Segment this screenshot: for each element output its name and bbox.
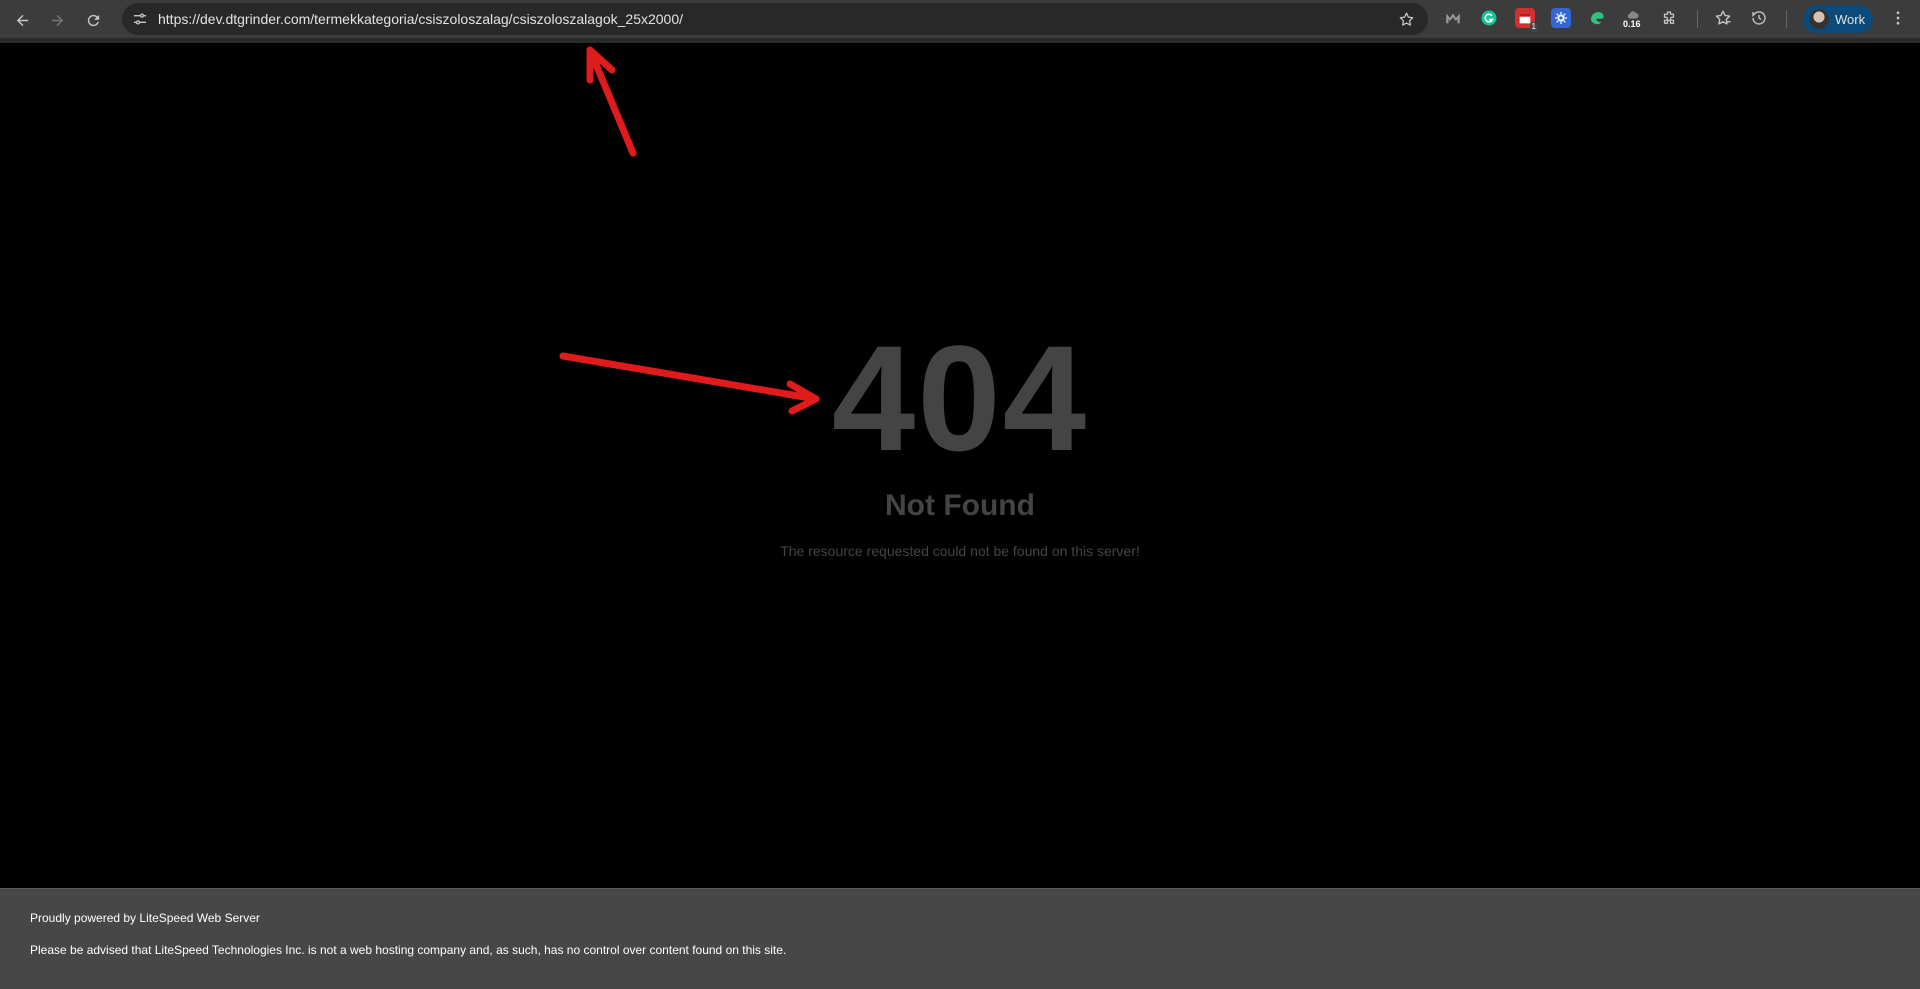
- browser-toolbar: https://dev.dtgrinder.com/termekkategori…: [0, 0, 1920, 43]
- edge-extension-icon[interactable]: [1587, 8, 1607, 28]
- arrow-right-icon: [51, 14, 63, 26]
- extensions-puzzle-icon[interactable]: [1659, 8, 1679, 28]
- url-text[interactable]: https://dev.dtgrinder.com/termekkategori…: [158, 11, 683, 27]
- profile-button[interactable]: Work: [1803, 5, 1873, 33]
- site-info-icon[interactable]: [130, 9, 150, 29]
- reload-button[interactable]: [80, 7, 106, 33]
- disclaimer-text: Please be advised that LiteSpeed Technol…: [30, 943, 787, 957]
- profile-label: Work: [1835, 11, 1866, 27]
- grammarly-icon[interactable]: [1479, 8, 1499, 28]
- history-icon[interactable]: [1749, 8, 1769, 28]
- toolbar-divider: [1786, 10, 1787, 28]
- calendar-badge: 1: [1529, 22, 1538, 32]
- powered-by-text: Proudly powered by LiteSpeed Web Server: [30, 911, 260, 925]
- gear-extension-icon[interactable]: [1551, 8, 1571, 28]
- speed-badge: 0.16: [1623, 19, 1641, 29]
- calendar-extension-icon[interactable]: 1: [1515, 8, 1538, 32]
- forward-button[interactable]: [44, 7, 70, 33]
- toolbar-divider: [1697, 10, 1698, 28]
- reload-icon: [87, 14, 99, 26]
- bookmarks-star-icon[interactable]: [1713, 8, 1733, 28]
- page-content: 404 Not Found The resource requested cou…: [0, 43, 1920, 888]
- back-button[interactable]: [9, 7, 35, 33]
- address-bar[interactable]: https://dev.dtgrinder.com/termekkategori…: [122, 3, 1428, 35]
- avatar: [1809, 9, 1829, 29]
- bookmark-star-icon[interactable]: [1396, 9, 1416, 29]
- extension-m-icon[interactable]: [1443, 8, 1463, 28]
- error-title: Not Found: [885, 489, 1035, 522]
- error-code: 404: [831, 314, 1089, 482]
- error-message: The resource requested could not be foun…: [780, 543, 1140, 559]
- footer: Proudly powered by LiteSpeed Web Server …: [0, 888, 1920, 989]
- arrow-left-icon: [16, 14, 28, 26]
- menu-dots-icon[interactable]: [1888, 8, 1908, 28]
